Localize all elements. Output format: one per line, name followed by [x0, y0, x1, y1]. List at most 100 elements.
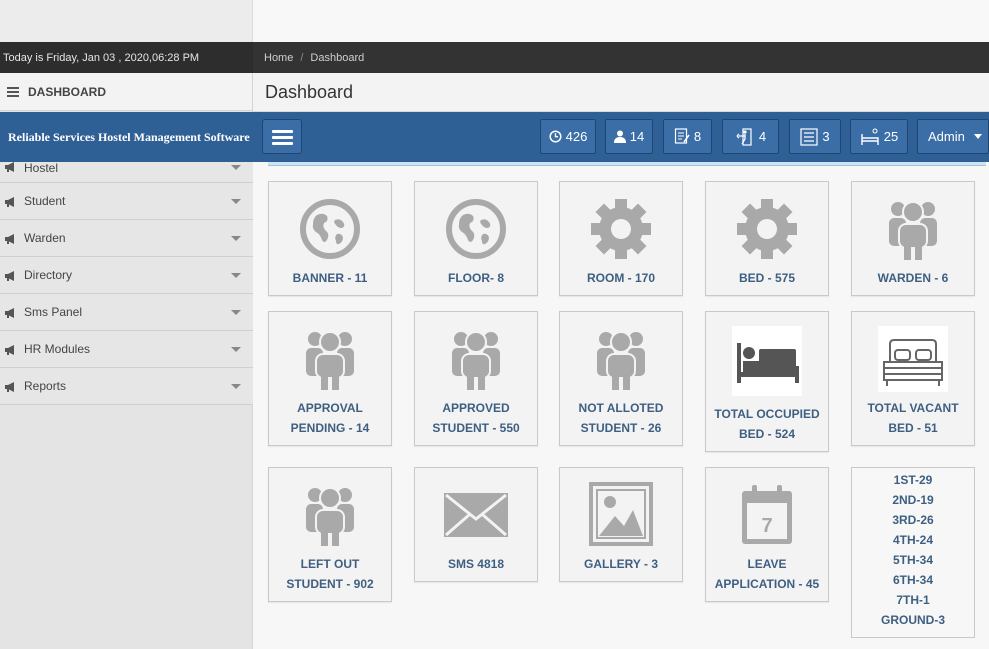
alert-strip: [268, 162, 986, 166]
tile-warden[interactable]: WARDEN - 6: [851, 181, 975, 296]
tile-label: BANNER - 11: [292, 271, 368, 285]
exit-door-icon: [736, 127, 752, 146]
tile-label: APPROVAL PENDING - 14: [290, 401, 370, 435]
people-icon: [269, 484, 391, 546]
tile-label: WARDEN - 6: [877, 271, 949, 285]
bed-badge-count: 25: [883, 129, 899, 144]
gear-icon: [706, 198, 828, 260]
tile-sms[interactable]: SMS 4818: [414, 467, 538, 582]
list-item: 5TH-34: [892, 553, 933, 567]
envelope-icon: [415, 492, 537, 538]
breadcrumb: Home / Dashboard: [253, 42, 989, 73]
top-left-blank: [0, 0, 253, 42]
globe-icon: [269, 198, 391, 260]
clock-icon: [549, 130, 562, 143]
sidebar-item-label: HR Modules: [24, 342, 91, 356]
sidebar-item-label: Sms Panel: [24, 305, 83, 319]
chevron-down-icon: [231, 236, 241, 241]
chevron-down-icon: [231, 199, 241, 204]
page-title: Dashboard: [253, 73, 989, 112]
tile-label: LEFT OUT STUDENT - 902: [286, 557, 374, 591]
sidebar-item-hr-modules[interactable]: HR Modules: [0, 331, 253, 368]
sidebar-item-label: Student: [24, 194, 66, 208]
user-icon: [613, 130, 626, 143]
date-text: Today is Friday, Jan 03 , 2020,06:28 PM: [3, 52, 200, 64]
people-icon: [560, 328, 682, 390]
tile-label: LEAVE APPLICATION - 45: [714, 557, 820, 591]
list-item: 4TH-24: [892, 533, 933, 547]
exit-badge[interactable]: 4: [722, 119, 779, 154]
tile-gallery[interactable]: GALLERY - 3: [559, 467, 683, 582]
megaphone-icon: [4, 381, 18, 392]
document-badge[interactable]: 8: [663, 119, 712, 154]
clock-badge[interactable]: 426: [540, 119, 596, 154]
calendar-day-number: 7: [761, 515, 772, 537]
tile-floor[interactable]: FLOOR- 8: [414, 181, 538, 296]
tile-leave-application[interactable]: 7 LEAVE APPLICATION - 45: [705, 467, 829, 602]
sidebar-item-student[interactable]: Student: [0, 183, 253, 220]
tile-total-vacant-bed[interactable]: TOTAL VACANT BED - 51: [851, 311, 975, 446]
megaphone-icon: [4, 196, 18, 207]
list-item: 2ND-19: [892, 493, 934, 507]
top-right-blank: [253, 0, 989, 42]
sidebar-item-reports[interactable]: Reports: [0, 368, 253, 405]
breadcrumb-home-link[interactable]: Home: [264, 52, 293, 64]
list-icon: [800, 127, 818, 146]
tile-total-occupied-bed[interactable]: TOTAL OCCUPIED BED - 524: [705, 311, 829, 452]
tile-approval-pending[interactable]: APPROVAL PENDING - 14: [268, 311, 392, 446]
admin-dropdown[interactable]: Admin: [917, 119, 989, 154]
chevron-down-icon: [231, 384, 241, 389]
occupied-bed-icon: [706, 326, 828, 396]
megaphone-icon: [4, 344, 18, 355]
list-item: 3RD-26: [892, 513, 934, 527]
calendar-icon: 7: [706, 484, 828, 546]
tile-label: NOT ALLOTED STUDENT - 26: [578, 401, 664, 435]
tile-label: SMS 4818: [447, 557, 505, 571]
tile-label: FLOOR- 8: [448, 271, 504, 285]
menu-toggle-button[interactable]: [262, 119, 302, 154]
megaphone-icon: [4, 270, 18, 281]
tile-label: TOTAL VACANT BED - 51: [867, 401, 959, 435]
bed-badge[interactable]: 25: [850, 119, 908, 154]
globe-icon: [415, 198, 537, 260]
list-badge-count: 3: [822, 129, 830, 144]
tile-label: TOTAL OCCUPIED BED - 524: [714, 407, 820, 441]
sidebar-item-label: Directory: [24, 268, 73, 282]
floor-count-list[interactable]: 1ST-29 2ND-19 3RD-26 4TH-24 5TH-34 6TH-3…: [851, 467, 975, 638]
megaphone-icon: [4, 233, 18, 244]
people-icon: [415, 328, 537, 390]
sidebar-dashboard-link[interactable]: DASHBOARD: [0, 73, 252, 111]
sidebar-item-hostel[interactable]: Hostel: [0, 161, 253, 183]
brand-title[interactable]: Reliable Services Hostel Management Soft…: [0, 112, 253, 162]
user-badge-count: 14: [629, 129, 645, 144]
list-badge[interactable]: 3: [789, 119, 841, 154]
sidebar-item-sms-panel[interactable]: Sms Panel: [0, 294, 253, 331]
chevron-down-icon: [231, 347, 241, 352]
tile-bed[interactable]: BED - 575: [705, 181, 829, 296]
clock-badge-count: 426: [565, 129, 588, 144]
tile-not-alloted-student[interactable]: NOT ALLOTED STUDENT - 26: [559, 311, 683, 446]
tile-banner[interactable]: BANNER - 11: [268, 181, 392, 296]
people-icon: [269, 328, 391, 390]
tile-room[interactable]: ROOM - 170: [559, 181, 683, 296]
tile-label: APPROVED STUDENT - 550: [432, 401, 520, 435]
vacant-bed-icon: [852, 326, 974, 392]
bed-icon: [861, 128, 879, 145]
sidebar-item-directory[interactable]: Directory: [0, 257, 253, 294]
top-navbar: Reliable Services Hostel Management Soft…: [0, 112, 989, 162]
people-icon: [852, 198, 974, 260]
chevron-down-icon: [231, 310, 241, 315]
user-badge[interactable]: 14: [605, 119, 653, 154]
tile-approved-student[interactable]: APPROVED STUDENT - 550: [414, 311, 538, 446]
breadcrumb-current: Dashboard: [310, 51, 365, 64]
gear-icon: [560, 198, 682, 260]
sidebar-item-warden[interactable]: Warden: [0, 220, 253, 257]
sidebar-menu: Hostel Student Warden Directory Sms Pane…: [0, 161, 253, 405]
sidebar-item-label: Warden: [24, 231, 66, 245]
list-item: 7TH-1: [896, 593, 930, 607]
picture-icon: [560, 482, 682, 546]
chevron-down-icon: [231, 165, 241, 170]
sidebar-item-label: Hostel: [24, 161, 59, 175]
sidebar-item-label: Reports: [24, 379, 67, 393]
tile-left-out-student[interactable]: LEFT OUT STUDENT - 902: [268, 467, 392, 602]
